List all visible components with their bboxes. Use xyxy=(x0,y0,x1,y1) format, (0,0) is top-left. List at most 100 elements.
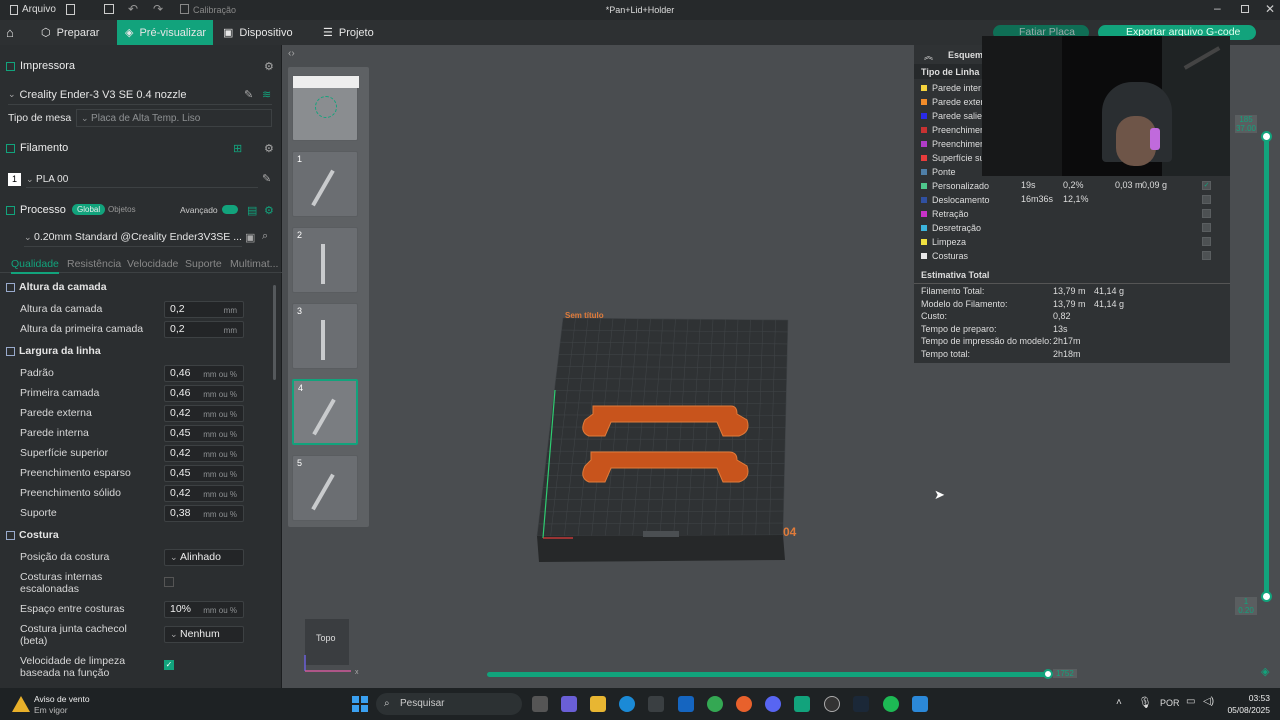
microphone-icon[interactable]: 🎙 xyxy=(1138,696,1152,709)
layer-slider-track[interactable] xyxy=(1264,135,1269,595)
process-settings-icon[interactable]: ⚙ xyxy=(264,204,274,217)
collapse-sidebar-icon[interactable]: ‹› xyxy=(288,48,295,59)
taskbar-search[interactable]: ⌕ Pesquisar xyxy=(376,693,522,715)
line-width-input[interactable]: 0,45 mm ou % xyxy=(164,465,244,482)
spotify-icon[interactable] xyxy=(883,696,899,712)
seam-position-select[interactable]: ⌄ Alinhado xyxy=(164,549,244,566)
objects-toggle[interactable]: Objetos xyxy=(108,205,136,214)
advanced-toggle[interactable] xyxy=(222,205,238,214)
legend-visibility-checkbox[interactable] xyxy=(1202,223,1211,232)
home-button[interactable]: ⌂ xyxy=(6,20,14,45)
seam-gap-input[interactable]: 10% mm ou % xyxy=(164,601,244,618)
add-filament-icon[interactable]: ⊞ xyxy=(233,142,242,155)
task-view-icon[interactable] xyxy=(532,696,548,712)
printer-settings-icon[interactable]: ⚙ xyxy=(264,60,274,73)
tab-device[interactable]: ▣ Dispositivo xyxy=(223,20,293,45)
firefox-icon[interactable] xyxy=(736,696,752,712)
wipe-speed-checkbox[interactable]: ✓ xyxy=(164,660,174,670)
clock-time[interactable]: 03:53 xyxy=(1226,693,1270,703)
legend-visibility-checkbox[interactable] xyxy=(1202,251,1211,260)
orcaslicer-icon[interactable] xyxy=(794,696,810,712)
tray-overflow-icon[interactable]: ˄ xyxy=(1116,697,1122,708)
line-width-input[interactable]: 0,38 mm ou % xyxy=(164,505,244,522)
bed-type-select[interactable]: ⌄ Placa de Alta Temp. Liso xyxy=(76,109,272,127)
global-toggle[interactable]: Global xyxy=(72,204,106,215)
start-button[interactable] xyxy=(352,696,368,712)
filament-settings-icon[interactable]: ⚙ xyxy=(264,142,274,155)
tab-prepare[interactable]: ⬡ Preparar xyxy=(41,20,99,45)
layer-slider-top-handle[interactable] xyxy=(1261,131,1272,142)
plate-thumbnail[interactable]: 4 xyxy=(292,379,358,445)
weather-title[interactable]: Aviso de vento xyxy=(34,694,90,704)
wifi-icon[interactable]: ≋ xyxy=(262,88,271,101)
layer-height-input[interactable]: 0,2 mm xyxy=(164,301,244,318)
line-width-input[interactable]: 0,46 mm ou % xyxy=(164,385,244,402)
minimize-button[interactable]: – xyxy=(1214,1,1221,15)
steam-icon[interactable] xyxy=(853,696,869,712)
maximize-button[interactable] xyxy=(1241,5,1249,13)
network-icon[interactable]: ▭ xyxy=(1186,696,1195,707)
plate-thumbnail[interactable]: 3 xyxy=(292,303,358,369)
build-plate[interactable] xyxy=(533,310,803,570)
first-layer-height-value: 0,2 xyxy=(170,323,185,335)
legend-visibility-checkbox[interactable] xyxy=(1202,237,1211,246)
tab-project[interactable]: ☰ Projeto xyxy=(323,20,374,45)
line-width-input[interactable]: 0,42 mm ou % xyxy=(164,485,244,502)
volume-icon[interactable]: ◁) xyxy=(1203,696,1214,707)
obs-icon[interactable] xyxy=(824,696,840,712)
close-button[interactable]: ✕ xyxy=(1265,2,1275,16)
tab-preview[interactable]: ◈ Pré-visualizar xyxy=(117,20,213,45)
notes-icon[interactable] xyxy=(912,696,928,712)
file-explorer-icon[interactable] xyxy=(590,696,606,712)
line-width-input[interactable]: 0,42 mm ou % xyxy=(164,445,244,462)
settings-scrollbar[interactable] xyxy=(273,285,276,380)
filament-select[interactable]: ⌄ PLA 00 xyxy=(26,171,258,188)
compare-icon[interactable]: ▤ xyxy=(247,204,257,217)
view-cube-label: Topo xyxy=(316,633,336,643)
estimate-value: 2h17m xyxy=(1053,336,1081,347)
search-icon[interactable]: ⌕ xyxy=(262,230,268,243)
tab-support[interactable]: Suporte xyxy=(185,258,222,270)
plate-thumbnail[interactable]: 5 xyxy=(292,455,358,521)
legend-swatch xyxy=(921,141,927,147)
scarf-seam-select[interactable]: ⌄ Nenhum xyxy=(164,626,244,643)
plate-thumbnail[interactable]: 1 xyxy=(292,151,358,217)
tab-multimaterial[interactable]: Multimat... xyxy=(230,258,278,270)
line-width-input[interactable]: 0,45 mm ou % xyxy=(164,425,244,442)
clock-date[interactable]: 05/08/2025 xyxy=(1216,705,1270,715)
plate-all-thumbnail[interactable] xyxy=(292,75,359,141)
plate-thumbnail[interactable]: 2 xyxy=(292,227,358,293)
layer-height-value: 0,2 xyxy=(170,303,185,315)
edit-filament-icon[interactable]: ✎ xyxy=(262,172,271,185)
first-layer-height-input[interactable]: 0,2 mm xyxy=(164,321,244,338)
move-slider-track[interactable] xyxy=(487,672,1049,677)
outlook-icon[interactable] xyxy=(678,696,694,712)
language-indicator[interactable]: POR xyxy=(1160,698,1180,708)
copilot-icon[interactable] xyxy=(561,696,577,712)
line-width-input[interactable]: 0,46 mm ou % xyxy=(164,365,244,382)
store-icon[interactable] xyxy=(648,696,664,712)
discord-icon[interactable] xyxy=(765,696,781,712)
legend-visibility-checkbox[interactable] xyxy=(1202,209,1211,218)
process-preset-select[interactable]: ⌄ 0.20mm Standard @Creality Ender3V3SE .… xyxy=(24,229,242,247)
save-preset-icon[interactable]: ▣ xyxy=(245,231,255,244)
tab-speed[interactable]: Velocidade xyxy=(127,258,178,270)
staggered-seams-checkbox[interactable] xyxy=(164,577,174,587)
edit-icon[interactable]: ✎ xyxy=(244,88,253,101)
layers-toggle-icon[interactable]: ◈ xyxy=(1261,665,1269,678)
edge-icon[interactable] xyxy=(619,696,635,712)
legend-visibility-checkbox[interactable]: ✓ xyxy=(1202,181,1211,190)
legend-visibility-checkbox[interactable] xyxy=(1202,195,1211,204)
legend-name: Personalizado xyxy=(932,181,990,191)
collapse-legend-icon[interactable]: ︽ xyxy=(924,49,933,62)
printer-select[interactable]: ⌄ Creality Ender-3 V3 SE 0.4 nozzle ✎ ≋ xyxy=(8,85,272,105)
tab-quality[interactable]: Qualidade xyxy=(11,258,59,274)
chevron-down-icon: ⌄ xyxy=(170,552,181,562)
plate-thumbnail-number: 2 xyxy=(297,230,303,240)
move-slider-handle[interactable] xyxy=(1043,669,1053,679)
tab-strength[interactable]: Resistência xyxy=(67,258,121,270)
chrome-icon[interactable] xyxy=(707,696,723,712)
layer-slider-bottom-handle[interactable] xyxy=(1261,591,1272,602)
legend-time: 19s xyxy=(1021,180,1036,190)
line-width-input[interactable]: 0,42 mm ou % xyxy=(164,405,244,422)
